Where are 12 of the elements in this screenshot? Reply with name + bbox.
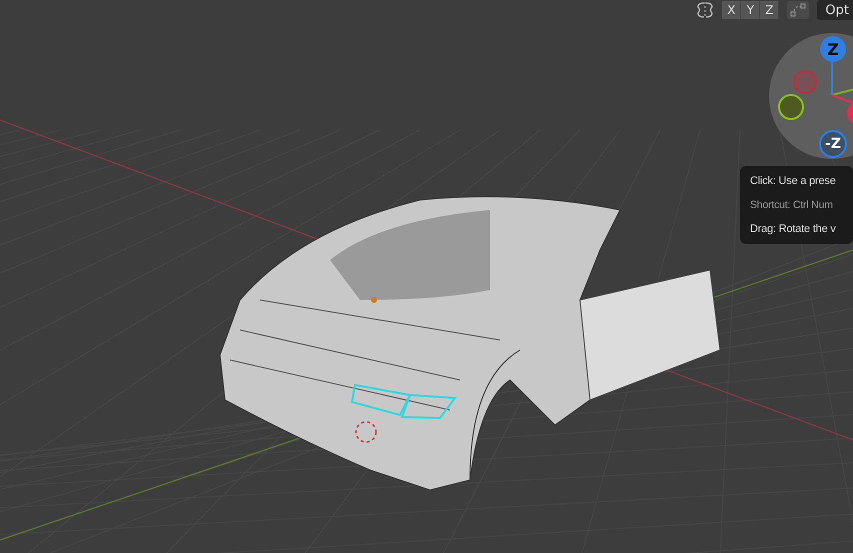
snap-button[interactable] — [787, 1, 810, 19]
options-button[interactable]: Opt — [817, 0, 853, 20]
axis-toggle-button[interactable]: Z — [760, 1, 780, 19]
tooltip-text: Shortcut: Ctrl Num — [750, 198, 834, 213]
z-axis-label[interactable]: Z — [820, 36, 846, 62]
tooltip-text: Drag: Rotate the v — [750, 222, 837, 237]
axis-toggle-button[interactable]: Y — [741, 1, 760, 19]
negative-z-axis-label[interactable]: -Z — [819, 130, 847, 158]
mirror-icon[interactable] — [696, 1, 714, 19]
tooltip-text: Click: Use a prese — [750, 174, 837, 189]
navigation-gizmo-background[interactable]: Z -Z — [769, 33, 853, 159]
axis-toggle-button[interactable]: X — [722, 1, 742, 19]
